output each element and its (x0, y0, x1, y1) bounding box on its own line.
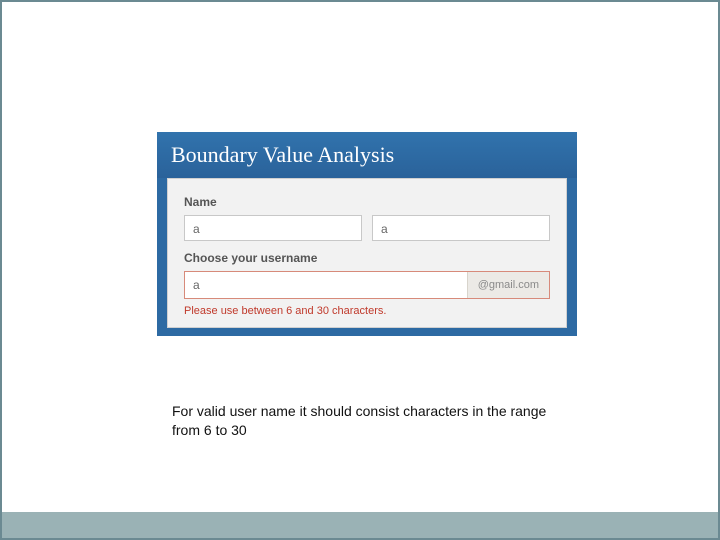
username-input[interactable]: a (185, 278, 467, 292)
signup-form: Name a a Choose your username a @gmail.c… (167, 178, 567, 328)
footer-bar (2, 512, 718, 538)
name-row: a a (184, 215, 550, 241)
slide-frame: Boundary Value Analysis Name a a Choose … (0, 0, 720, 540)
username-suffix: @gmail.com (467, 272, 549, 298)
validation-error: Please use between 6 and 30 characters. (184, 305, 550, 317)
username-label: Choose your username (184, 251, 550, 265)
last-name-input[interactable]: a (372, 215, 550, 241)
slide-caption: For valid user name it should consist ch… (172, 402, 572, 440)
first-name-input[interactable]: a (184, 215, 362, 241)
example-screenshot: Boundary Value Analysis Name a a Choose … (157, 132, 577, 336)
username-field[interactable]: a @gmail.com (184, 271, 550, 299)
form-background: Name a a Choose your username a @gmail.c… (157, 178, 577, 336)
name-label: Name (184, 195, 550, 209)
banner-title: Boundary Value Analysis (157, 132, 577, 178)
